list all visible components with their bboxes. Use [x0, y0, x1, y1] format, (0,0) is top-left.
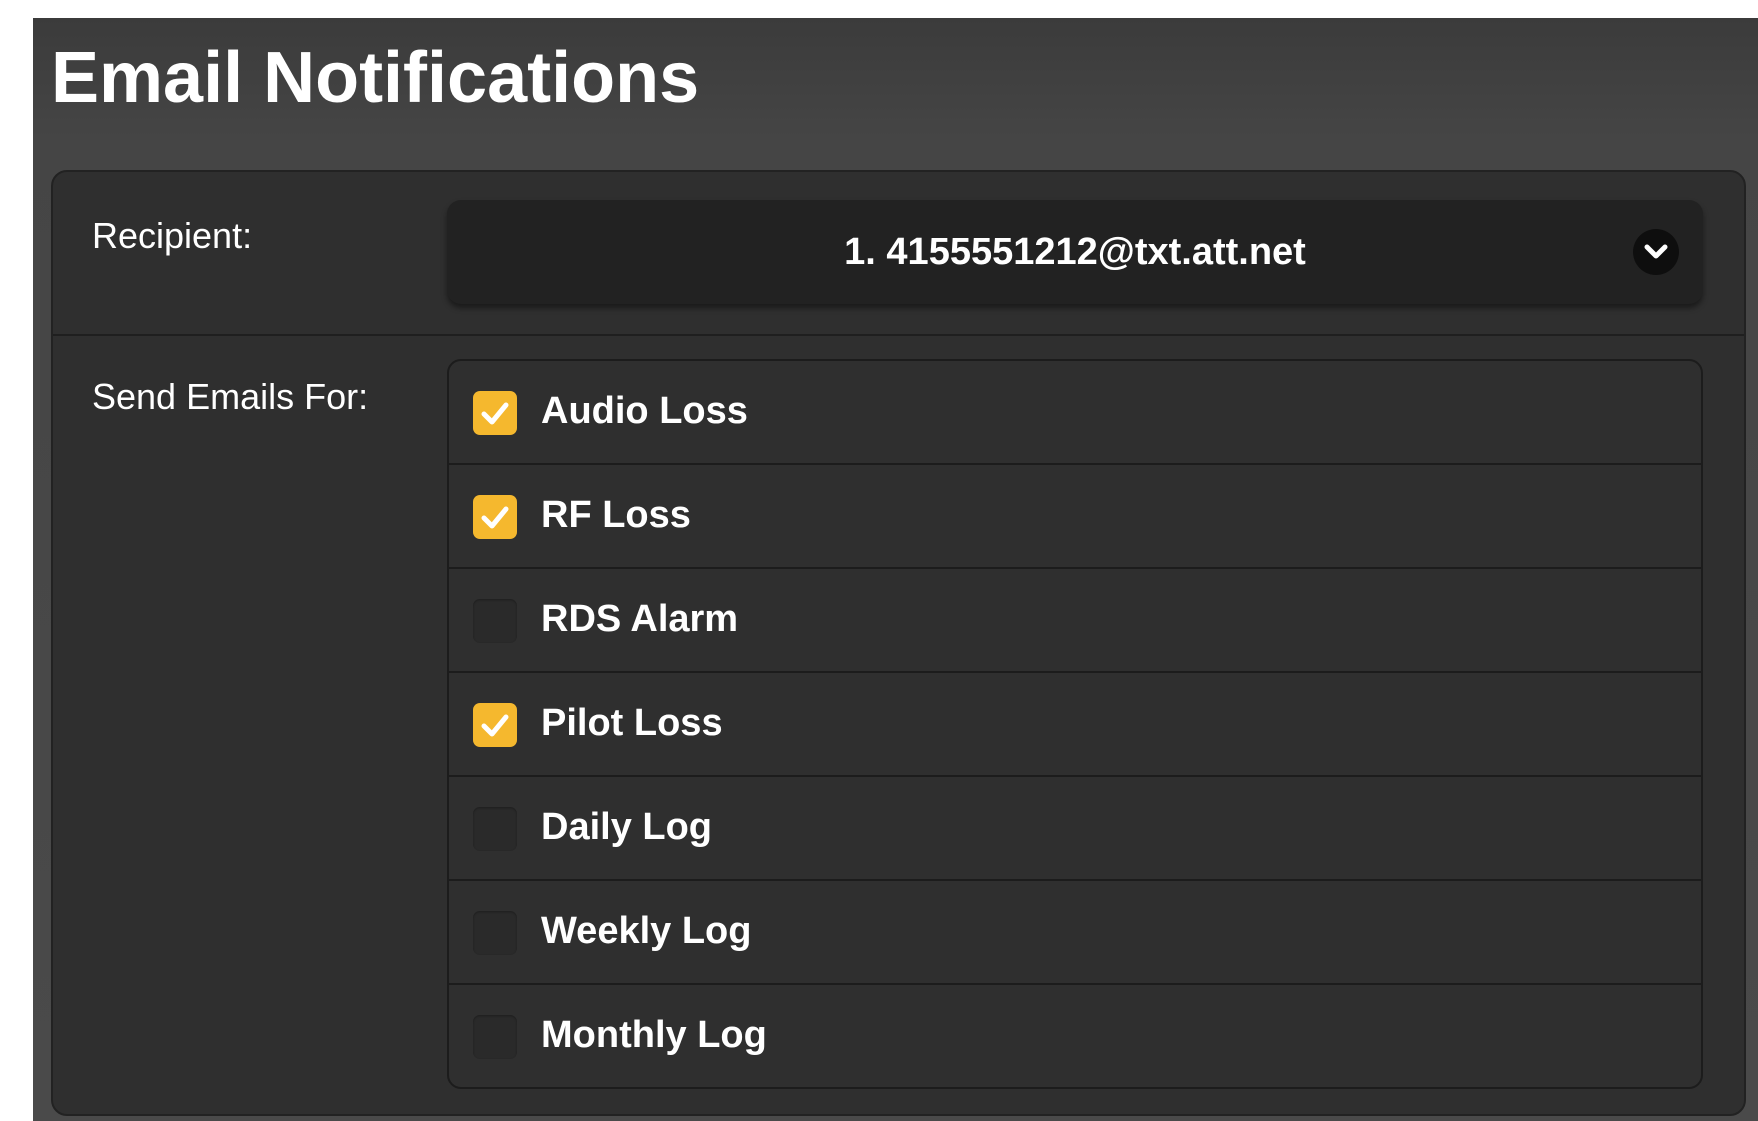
checklist-item-label: RF Loss [541, 494, 691, 536]
notification-checklist: Audio Loss RF Loss RDS Alarm Pilot Loss … [447, 359, 1703, 1089]
checklist-item-label: Daily Log [541, 806, 713, 848]
checkmark-icon [481, 506, 509, 529]
checklist-item-label: Monthly Log [541, 1014, 767, 1056]
checklist-item-label: RDS Alarm [541, 598, 739, 640]
page-title: Email Notifications [51, 38, 700, 118]
checklist-item-label: Pilot Loss [541, 702, 723, 744]
checkbox[interactable] [473, 911, 517, 955]
checklist-item-monthly-log[interactable]: Monthly Log [449, 985, 1701, 1087]
recipient-label: Recipient: [92, 215, 253, 256]
checkbox[interactable] [473, 599, 517, 643]
checkmark-icon [481, 714, 509, 737]
checkbox[interactable] [473, 495, 517, 539]
checklist-item-audio-loss[interactable]: Audio Loss [449, 361, 1701, 465]
email-notifications-window: Email Notifications Recipient: 1. 415555… [33, 18, 1758, 1121]
checkmark-icon [481, 402, 509, 425]
checklist-item-rf-loss[interactable]: RF Loss [449, 465, 1701, 569]
checkbox[interactable] [473, 1015, 517, 1059]
checkbox[interactable] [473, 703, 517, 747]
recipient-selected-value: 1. 4155551212@txt.att.net [844, 231, 1306, 273]
checklist-item-pilot-loss[interactable]: Pilot Loss [449, 673, 1701, 777]
checklist-item-weekly-log[interactable]: Weekly Log [449, 881, 1701, 985]
row-divider [53, 334, 1744, 336]
checkbox[interactable] [473, 391, 517, 435]
checklist-item-daily-log[interactable]: Daily Log [449, 777, 1701, 881]
recipient-select[interactable]: 1. 4155551212@txt.att.net [447, 200, 1703, 304]
checkbox[interactable] [473, 807, 517, 851]
checklist-item-label: Audio Loss [541, 390, 748, 432]
checklist-item-rds-alarm[interactable]: RDS Alarm [449, 569, 1701, 673]
checklist-item-label: Weekly Log [541, 910, 752, 952]
chevron-down-icon [1633, 229, 1679, 275]
send-emails-label: Send Emails For: [92, 376, 369, 417]
settings-panel: Recipient: 1. 4155551212@txt.att.net Sen… [51, 170, 1746, 1116]
